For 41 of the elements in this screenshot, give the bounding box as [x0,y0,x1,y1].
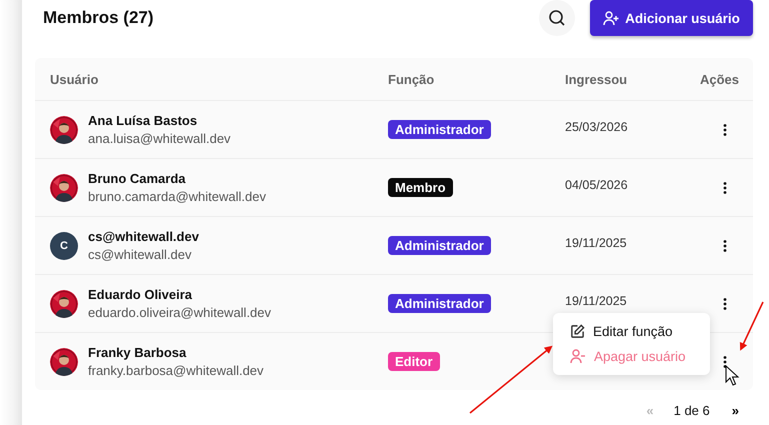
joined-date: 19/11/2025 [565,294,628,308]
kebab-icon [723,298,727,310]
kebab-icon [723,356,727,368]
user-email: bruno.camarda@whitewall.dev [88,189,266,204]
column-header: Ingressou [565,72,628,86]
column-header: Usuário [49,72,100,86]
menu-item[interactable]: Editar função [553,319,710,344]
role-tag: Administrador [388,294,491,313]
column-header: Ações [698,72,740,86]
last-page-button[interactable]: » [728,402,743,418]
user-name: Bruno Camarda [88,171,187,186]
page-indicator: 1 de 6 [674,402,710,418]
user-email: eduardo.oliveira@whitewall.dev [88,305,272,320]
user-name: cs@whitewall.dev [88,229,199,244]
user-email: franky.barbosa@whitewall.dev [88,363,264,378]
role-tag: Editor [388,352,440,371]
annotation-arrow [740,302,764,351]
joined-date: 25/03/2026 [565,120,629,134]
page-title: Membros (27) [43,8,155,28]
search-icon [548,9,566,27]
avatar: C [50,232,78,260]
role-tag: Administrador [388,236,491,255]
joined-date: 19/11/2025 [565,236,628,250]
user-name: Franky Barbosa [88,345,188,360]
role-tag: Membro [388,178,453,197]
remove-user-icon [570,349,586,364]
user-name: Eduardo Oliveira [88,287,194,302]
user-email: cs@whitewall.dev [88,247,193,262]
kebab-icon [723,240,727,252]
kebab-icon [723,124,727,136]
add-user-button[interactable]: Adicionar usuário [590,0,753,36]
column-header: Função [388,72,436,86]
add-user-icon [603,10,620,26]
role-tag: Administrador [388,120,491,139]
cursor-icon [726,364,740,386]
user-email: ana.luisa@whitewall.dev [88,131,231,146]
joined-date: 04/05/2026 [565,178,629,192]
search-button[interactable] [539,0,575,36]
user-name: Ana Luísa Bastos [88,113,198,128]
edit-icon [570,324,585,339]
kebab-icon [723,182,727,194]
